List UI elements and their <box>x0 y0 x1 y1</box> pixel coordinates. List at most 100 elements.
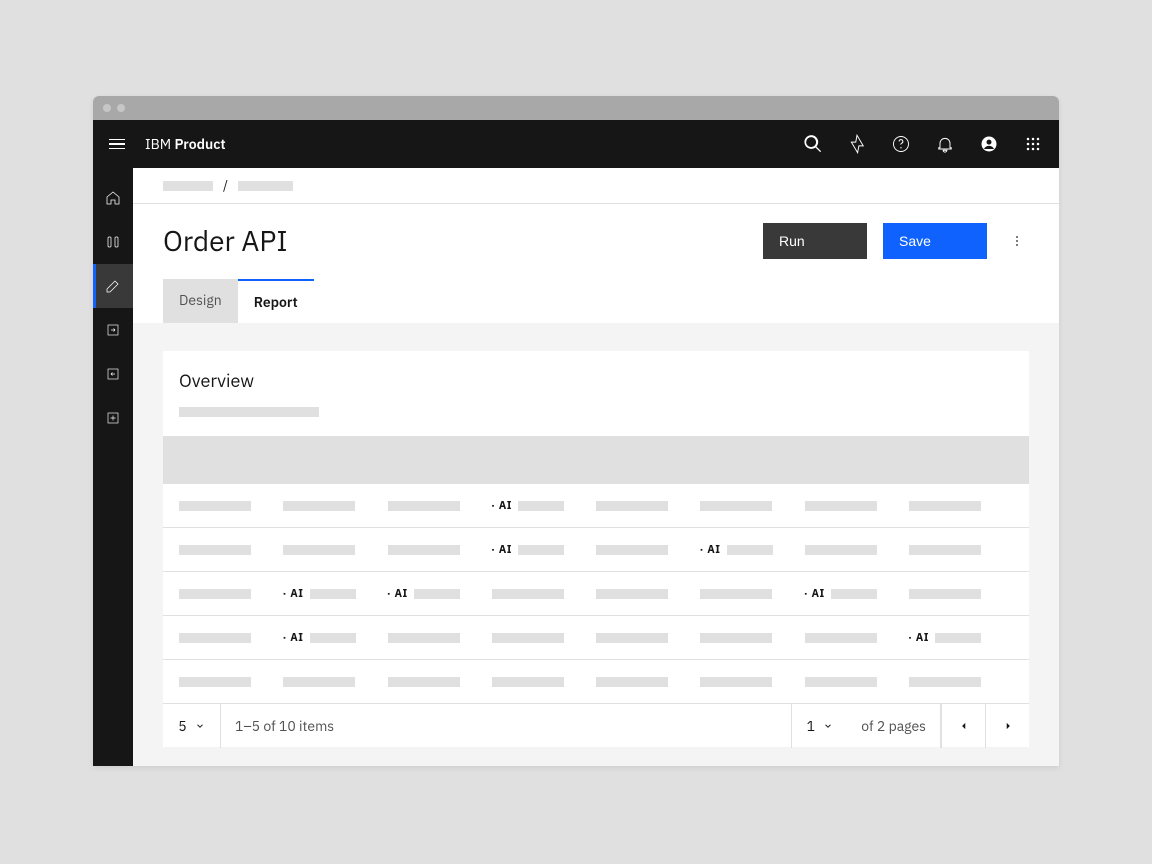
tab-design[interactable]: Design <box>163 279 238 323</box>
ai-tag: AI <box>805 587 825 601</box>
run-button[interactable]: Run <box>763 223 867 259</box>
table-cell <box>388 501 492 511</box>
user-icon[interactable] <box>979 134 999 154</box>
ai-tag: AI <box>283 631 303 645</box>
table-cell <box>805 501 909 511</box>
sidebar-item-import[interactable] <box>93 352 133 396</box>
topbar-actions <box>803 134 1043 154</box>
app-window: IBM Product <box>93 96 1059 766</box>
table-header-cell[interactable] <box>388 455 492 465</box>
menu-icon[interactable] <box>109 134 129 154</box>
table-cell <box>909 589 1013 599</box>
table-cell <box>179 589 283 599</box>
next-page-button[interactable] <box>985 704 1029 748</box>
table-header-cell[interactable] <box>492 455 596 465</box>
save-button[interactable]: Save <box>883 223 987 259</box>
table-cell: AI <box>388 587 492 601</box>
notification-icon[interactable] <box>935 134 955 154</box>
sidebar-item-add[interactable] <box>93 396 133 440</box>
traffic-light-close[interactable] <box>103 104 111 112</box>
ai-tag: AI <box>700 543 720 557</box>
table-cell <box>596 677 700 687</box>
table-cell: AI <box>492 499 596 513</box>
ai-tag: AI <box>388 587 408 601</box>
table-cell <box>179 633 283 643</box>
app-switcher-icon[interactable] <box>1023 134 1043 154</box>
table-header-cell[interactable] <box>596 455 700 465</box>
table-cell: AI <box>700 543 804 557</box>
top-bar: IBM Product <box>93 120 1059 168</box>
tabs: Design Report <box>163 279 1029 323</box>
table-cell <box>700 501 804 511</box>
table-cell <box>492 677 596 687</box>
table-header-cell[interactable] <box>283 455 387 465</box>
table-row[interactable]: AI AI <box>163 615 1029 659</box>
ai-tag: AI <box>909 631 929 645</box>
table-row[interactable]: AI AI AI <box>163 571 1029 615</box>
table-row[interactable] <box>163 659 1029 703</box>
page-size-select[interactable]: 5 <box>163 704 221 748</box>
table-cell <box>179 545 283 555</box>
table-header-row <box>163 436 1029 483</box>
table-header-cell[interactable] <box>805 455 909 465</box>
breadcrumb-item[interactable] <box>163 181 213 191</box>
pagination-pages-label: of 2 pages <box>847 704 941 748</box>
table-cell <box>283 677 387 687</box>
overflow-menu-button[interactable] <box>1005 223 1029 259</box>
window-titlebar <box>93 96 1059 120</box>
data-table: AI AI AI AI AI AI AI AI <box>163 436 1029 703</box>
page-header: Order API Run Save Design Report <box>133 204 1059 323</box>
ai-tag: AI <box>283 587 303 601</box>
search-icon[interactable] <box>803 134 823 154</box>
ai-tag: AI <box>492 499 512 513</box>
traffic-light-minimize[interactable] <box>117 104 125 112</box>
card-subtitle-placeholder <box>179 407 319 417</box>
api-icon[interactable] <box>847 134 867 154</box>
prev-page-button[interactable] <box>941 704 985 748</box>
tab-report[interactable]: Report <box>238 279 314 323</box>
table-cell <box>596 589 700 599</box>
table-row[interactable]: AI AI <box>163 527 1029 571</box>
overview-card: Overview AI AI AI AI AI AI AI AI 5 1–5 of 10 it… <box>163 351 1029 747</box>
sidebar-item-edit[interactable] <box>93 264 133 308</box>
page-number-select[interactable]: 1 <box>791 704 847 748</box>
table-cell <box>179 501 283 511</box>
table-row[interactable]: AI <box>163 483 1029 527</box>
table-cell <box>388 677 492 687</box>
table-cell <box>283 545 387 555</box>
table-cell: AI <box>805 587 909 601</box>
sidebar-item-catalog[interactable] <box>93 220 133 264</box>
table-cell: AI <box>492 543 596 557</box>
table-cell: AI <box>909 631 1013 645</box>
table-cell <box>909 677 1013 687</box>
pagination: 5 1–5 of 10 items 1 of 2 pages <box>163 703 1029 747</box>
table-cell <box>909 501 1013 511</box>
page-title: Order API <box>163 222 288 259</box>
table-cell <box>909 545 1013 555</box>
table-cell: AI <box>283 631 387 645</box>
table-cell <box>805 545 909 555</box>
help-icon[interactable] <box>891 134 911 154</box>
table-cell <box>388 545 492 555</box>
table-cell <box>492 633 596 643</box>
table-cell <box>388 633 492 643</box>
breadcrumb-separator: / <box>223 177 228 194</box>
breadcrumb: / <box>133 168 1059 204</box>
breadcrumb-item[interactable] <box>238 181 293 191</box>
card-title: Overview <box>179 369 1013 392</box>
table-header-cell[interactable] <box>179 455 283 465</box>
ai-tag: AI <box>492 543 512 557</box>
sidebar <box>93 168 133 766</box>
table-cell <box>700 677 804 687</box>
table-cell: AI <box>283 587 387 601</box>
sidebar-item-export[interactable] <box>93 308 133 352</box>
table-cell <box>805 677 909 687</box>
brand-label: IBM Product <box>145 135 226 153</box>
sidebar-item-home[interactable] <box>93 176 133 220</box>
table-cell <box>596 633 700 643</box>
table-header-cell[interactable] <box>909 455 1013 465</box>
table-cell <box>596 545 700 555</box>
table-header-cell[interactable] <box>700 455 804 465</box>
table-cell <box>700 633 804 643</box>
table-cell <box>179 677 283 687</box>
